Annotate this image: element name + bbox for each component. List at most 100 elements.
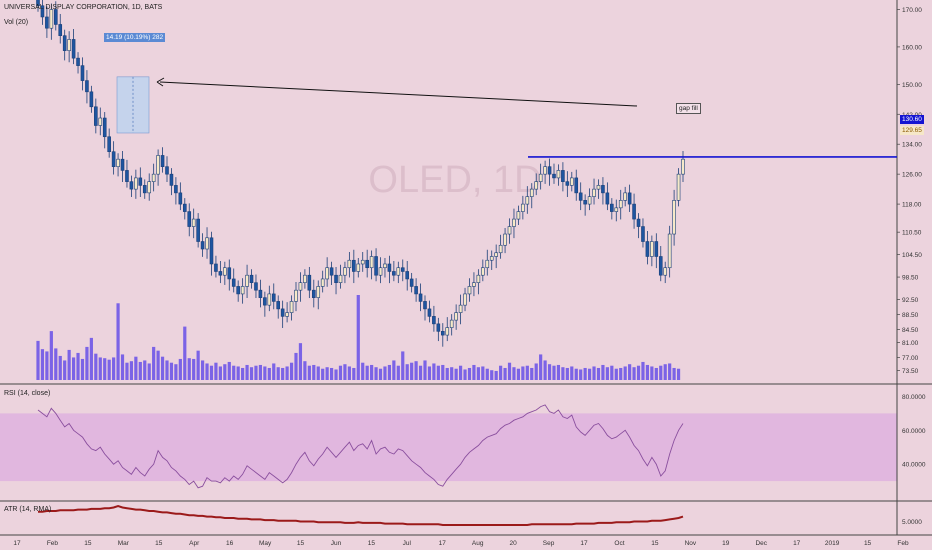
candle-body (191, 218, 196, 227)
volume-bar (583, 367, 587, 380)
volume-bar (223, 364, 227, 380)
candle-body (374, 256, 378, 276)
volume-bar (494, 370, 498, 380)
volume-bar (676, 368, 681, 380)
candle-body (463, 293, 467, 306)
candle-body (521, 203, 525, 212)
volume-bar (516, 368, 521, 380)
candle-body (423, 301, 427, 310)
candle-body (85, 80, 89, 93)
time-tick-label: 17 (439, 540, 447, 547)
candle-body (667, 233, 672, 269)
volume-bar (267, 367, 271, 380)
price-tick-label: 160.00 (902, 44, 922, 51)
candle-body (134, 177, 138, 190)
volume-bar (539, 354, 543, 380)
candle-body (71, 39, 76, 59)
candle-body (254, 282, 258, 291)
candle-body (356, 263, 361, 272)
volume-bar (499, 365, 503, 380)
time-tick-label: Sep (543, 540, 555, 547)
candle-body (574, 177, 579, 194)
candle-body (218, 271, 223, 276)
candle-body (227, 267, 232, 280)
candle-body (236, 286, 240, 295)
volume-bar (361, 362, 365, 380)
candle-body (565, 181, 570, 186)
volume-bar (236, 366, 240, 380)
candle-body (231, 278, 236, 287)
volume-bar (641, 361, 645, 380)
volume-bar (645, 364, 650, 380)
atr-legend: ATR (14, RMA) (4, 506, 52, 513)
price-tick-label: 88.50 (902, 312, 919, 319)
time-tick-label: Jul (403, 540, 412, 547)
volume-bar (214, 362, 218, 380)
candle-body (636, 218, 641, 227)
candle-body (512, 218, 516, 227)
price-tick-label: 134.00 (902, 142, 922, 149)
time-tick-label: 19 (722, 540, 730, 547)
volume-bar (405, 364, 409, 380)
volume-bar (601, 364, 605, 380)
candle-body (347, 259, 352, 269)
volume-legend: Vol (20) (4, 19, 29, 26)
volume-bar (227, 361, 231, 380)
candle-body (329, 267, 334, 276)
volume-bar (312, 364, 316, 380)
volume-bar (63, 360, 67, 380)
volume-bar (76, 352, 80, 380)
candle-body (245, 274, 249, 287)
candle-body (98, 117, 103, 126)
volume-bar (436, 365, 440, 380)
volume-bar (596, 367, 601, 380)
candle-body (142, 185, 147, 194)
candle-body (205, 237, 209, 250)
time-tick-label: 15 (864, 540, 872, 547)
rsi-pane[interactable] (0, 404, 897, 489)
volume-bar (427, 366, 432, 380)
candle-body (529, 188, 534, 197)
volume-bar (356, 295, 360, 380)
candle-body (316, 286, 321, 298)
candle-body (303, 274, 307, 283)
volume-bar (401, 351, 405, 380)
volume-bar (174, 364, 178, 380)
candle-body (174, 185, 178, 194)
volume-bar (490, 370, 494, 380)
candle-body (414, 286, 418, 295)
price-tick-label: 104.50 (902, 252, 922, 259)
candle-body (102, 117, 107, 138)
candle-body (280, 308, 285, 317)
volume-bar (450, 367, 454, 380)
price-tick-label: 170.00 (902, 7, 922, 14)
volume-bar (605, 367, 609, 380)
time-tick-label: 2019 (825, 540, 840, 547)
chart-watermark: OLED, 1D (368, 159, 541, 201)
annotation-layer (116, 76, 897, 158)
volume-bar (565, 367, 569, 380)
volume-bar (138, 361, 142, 380)
volume-bar (289, 362, 294, 380)
volume-bar (192, 358, 196, 380)
volume-bar (54, 348, 58, 380)
price-pane[interactable] (36, 0, 685, 380)
candle-body (578, 192, 583, 201)
time-tick-label: Nov (685, 540, 697, 547)
volume-bar (423, 360, 427, 380)
candle-body (485, 259, 490, 269)
last-price-badge: 129.65 (900, 126, 924, 135)
candle-body (400, 267, 405, 272)
volume-bar (383, 366, 387, 380)
volume-bar (592, 366, 596, 380)
candle-body (58, 24, 63, 36)
candle-body (503, 233, 507, 246)
candle-body (681, 158, 685, 175)
atr-pane[interactable] (38, 505, 684, 526)
volume-bar (543, 360, 547, 380)
candle-body (76, 57, 80, 66)
time-tick-label: 17 (13, 540, 21, 547)
candle-body (538, 173, 543, 182)
volume-bar (636, 365, 641, 380)
time-tick-label: 17 (793, 540, 801, 547)
